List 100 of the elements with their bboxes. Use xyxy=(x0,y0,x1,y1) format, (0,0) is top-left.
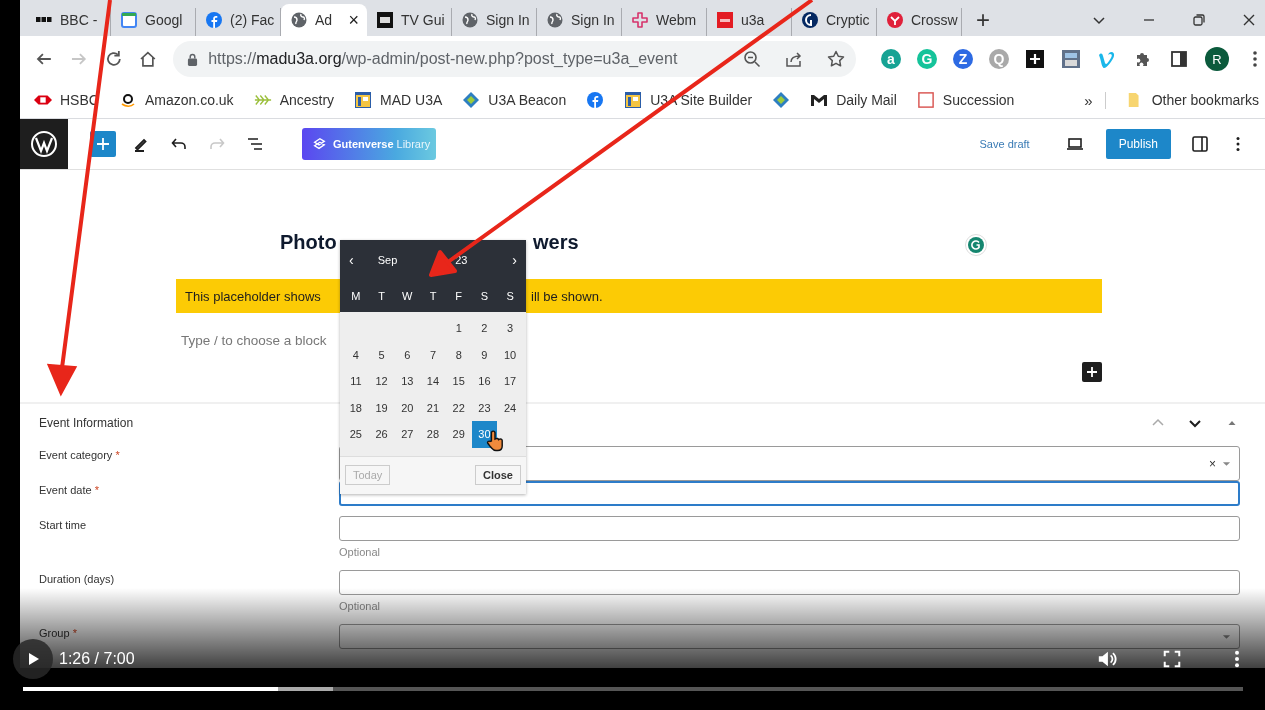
previous-month-button[interactable]: ‹ xyxy=(349,252,354,268)
day-cell[interactable]: 28 xyxy=(420,421,446,448)
address-bar[interactable]: https://madu3a.org/wp-admin/post-new.php?post_type=u3a_event xyxy=(173,41,856,77)
progress-track[interactable] xyxy=(23,687,1243,691)
star-icon[interactable] xyxy=(826,49,846,69)
day-cell[interactable]: 13 xyxy=(394,368,421,395)
day-cell[interactable]: 4 xyxy=(343,341,369,368)
browser-tab[interactable]: Webm xyxy=(622,8,707,36)
close-tab-button[interactable]: × xyxy=(348,9,359,31)
bookmark[interactable] xyxy=(586,92,605,108)
bookmark[interactable]: Succession xyxy=(916,92,1015,108)
site-icon xyxy=(354,92,373,108)
field-label: Event category * xyxy=(39,448,121,461)
day-cell[interactable]: 12 xyxy=(368,368,395,395)
bookmark[interactable] xyxy=(772,92,791,108)
day-cell[interactable]: 15 xyxy=(445,368,472,395)
browser-tab[interactable]: TV Gui xyxy=(367,8,452,36)
help-text: Optional xyxy=(339,600,381,612)
profile-avatar[interactable]: R xyxy=(1205,47,1229,71)
day-cell[interactable]: 24 xyxy=(497,394,523,421)
add-block-button[interactable] xyxy=(1082,362,1102,382)
globe-icon xyxy=(547,12,563,28)
play-button[interactable] xyxy=(13,639,53,679)
day-cell[interactable]: 6 xyxy=(394,341,421,368)
day-cell[interactable]: 16 xyxy=(471,368,498,395)
day-cell[interactable]: 20 xyxy=(394,394,421,421)
day-cell[interactable]: 8 xyxy=(445,341,472,368)
bookmark[interactable]: Amazon.co.uk xyxy=(118,92,234,108)
sidebar-icon[interactable] xyxy=(1190,134,1210,154)
zoom-out-icon[interactable] xyxy=(742,49,762,69)
day-cell[interactable]: 11 xyxy=(343,368,369,395)
dropdown-arrow-icon[interactable] xyxy=(1222,460,1231,467)
browser-tab[interactable]: (2) Fac xyxy=(196,8,281,36)
new-tab-button[interactable]: + xyxy=(976,6,990,34)
bookmark[interactable]: Ancestry xyxy=(253,92,335,108)
day-cell[interactable]: 26 xyxy=(368,421,395,448)
calendar-icon xyxy=(121,12,137,28)
clear-button[interactable]: × xyxy=(1209,456,1216,471)
field-label: Start time xyxy=(39,518,88,531)
day-cell[interactable]: 14 xyxy=(420,368,446,395)
circle-arrow-icon[interactable] xyxy=(965,234,987,256)
globe-icon xyxy=(462,12,478,28)
notice-text: ill be shown. xyxy=(531,288,603,304)
day-cell[interactable]: 22 xyxy=(445,394,472,421)
input-field[interactable] xyxy=(339,516,1240,541)
day-cell[interactable]: 1 xyxy=(445,315,472,342)
weekday-label: M xyxy=(350,290,362,302)
day-cell[interactable]: 7 xyxy=(420,341,446,368)
browser-tab[interactable]: Crossw xyxy=(877,8,962,36)
side-panel-icon[interactable] xyxy=(1169,49,1189,69)
publish-button[interactable]: Publish xyxy=(1105,129,1171,159)
dropdown-arrow-icon[interactable] xyxy=(1222,633,1231,640)
day-cell[interactable]: 21 xyxy=(420,394,446,421)
m-glyph-icon xyxy=(810,92,829,108)
day-cell[interactable]: 2 xyxy=(471,315,498,342)
field-label: Duration (days) xyxy=(39,572,116,585)
browser-tab[interactable]: Sign In xyxy=(537,8,622,36)
day-cell[interactable]: 23 xyxy=(471,394,498,421)
post-title[interactable]: Photo xyxy=(280,230,337,254)
day-cell[interactable]: 5 xyxy=(368,341,395,368)
next-month-button[interactable]: › xyxy=(512,252,517,268)
select-field[interactable] xyxy=(339,624,1240,649)
square-icon xyxy=(717,12,733,28)
extension-button[interactable]: Z xyxy=(953,49,973,69)
browser-tab[interactable]: Sign In xyxy=(452,8,537,36)
input-field[interactable] xyxy=(339,570,1240,595)
playback-time: 1:26 / 7:00 xyxy=(59,650,135,668)
bookmark[interactable]: Daily Mail xyxy=(810,92,897,108)
day-cell[interactable]: 9 xyxy=(471,341,498,368)
day-cell[interactable]: 27 xyxy=(394,421,421,448)
close-button[interactable]: Close xyxy=(475,465,521,485)
stack-icon xyxy=(312,137,326,151)
share-icon[interactable] xyxy=(784,49,804,69)
weekday-label: S xyxy=(479,290,490,302)
day-cell[interactable]: 19 xyxy=(368,394,395,421)
day-cell[interactable]: 3 xyxy=(497,315,523,342)
block-prompt[interactable]: Type / to choose a block xyxy=(181,333,327,348)
day-cell[interactable]: 25 xyxy=(343,421,369,448)
close-icon[interactable] xyxy=(1241,12,1257,28)
browser-tab[interactable]: Ad × xyxy=(281,4,367,36)
volume-icon[interactable] xyxy=(1097,649,1117,669)
month-label[interactable]: Sep xyxy=(377,254,398,266)
day-cell[interactable]: 18 xyxy=(343,394,369,421)
logo-icon[interactable] xyxy=(20,119,68,169)
day-cell[interactable]: 10 xyxy=(497,341,523,368)
circle-icon xyxy=(887,12,903,28)
post-title[interactable]: wers xyxy=(533,230,579,254)
library-button[interactable]: Gutenverse Library xyxy=(302,128,436,160)
plus-icon[interactable] xyxy=(1025,49,1045,69)
more-bookmarks-button[interactable]: » xyxy=(1084,91,1106,109)
save-draft-button[interactable]: Save draft xyxy=(979,138,1030,150)
other-bookmarks[interactable]: Other bookmarks xyxy=(1125,92,1259,108)
fullscreen-icon[interactable] xyxy=(1162,649,1182,669)
restore-icon[interactable] xyxy=(1191,12,1207,28)
browser-tab[interactable]: Googl xyxy=(111,8,196,36)
bookmark[interactable]: MAD U3A xyxy=(354,92,443,108)
day-cell[interactable]: 29 xyxy=(445,421,472,448)
bookmark[interactable]: U3A Beacon xyxy=(462,92,567,108)
day-cell[interactable]: 17 xyxy=(497,368,523,395)
media-icon[interactable] xyxy=(1061,49,1081,69)
